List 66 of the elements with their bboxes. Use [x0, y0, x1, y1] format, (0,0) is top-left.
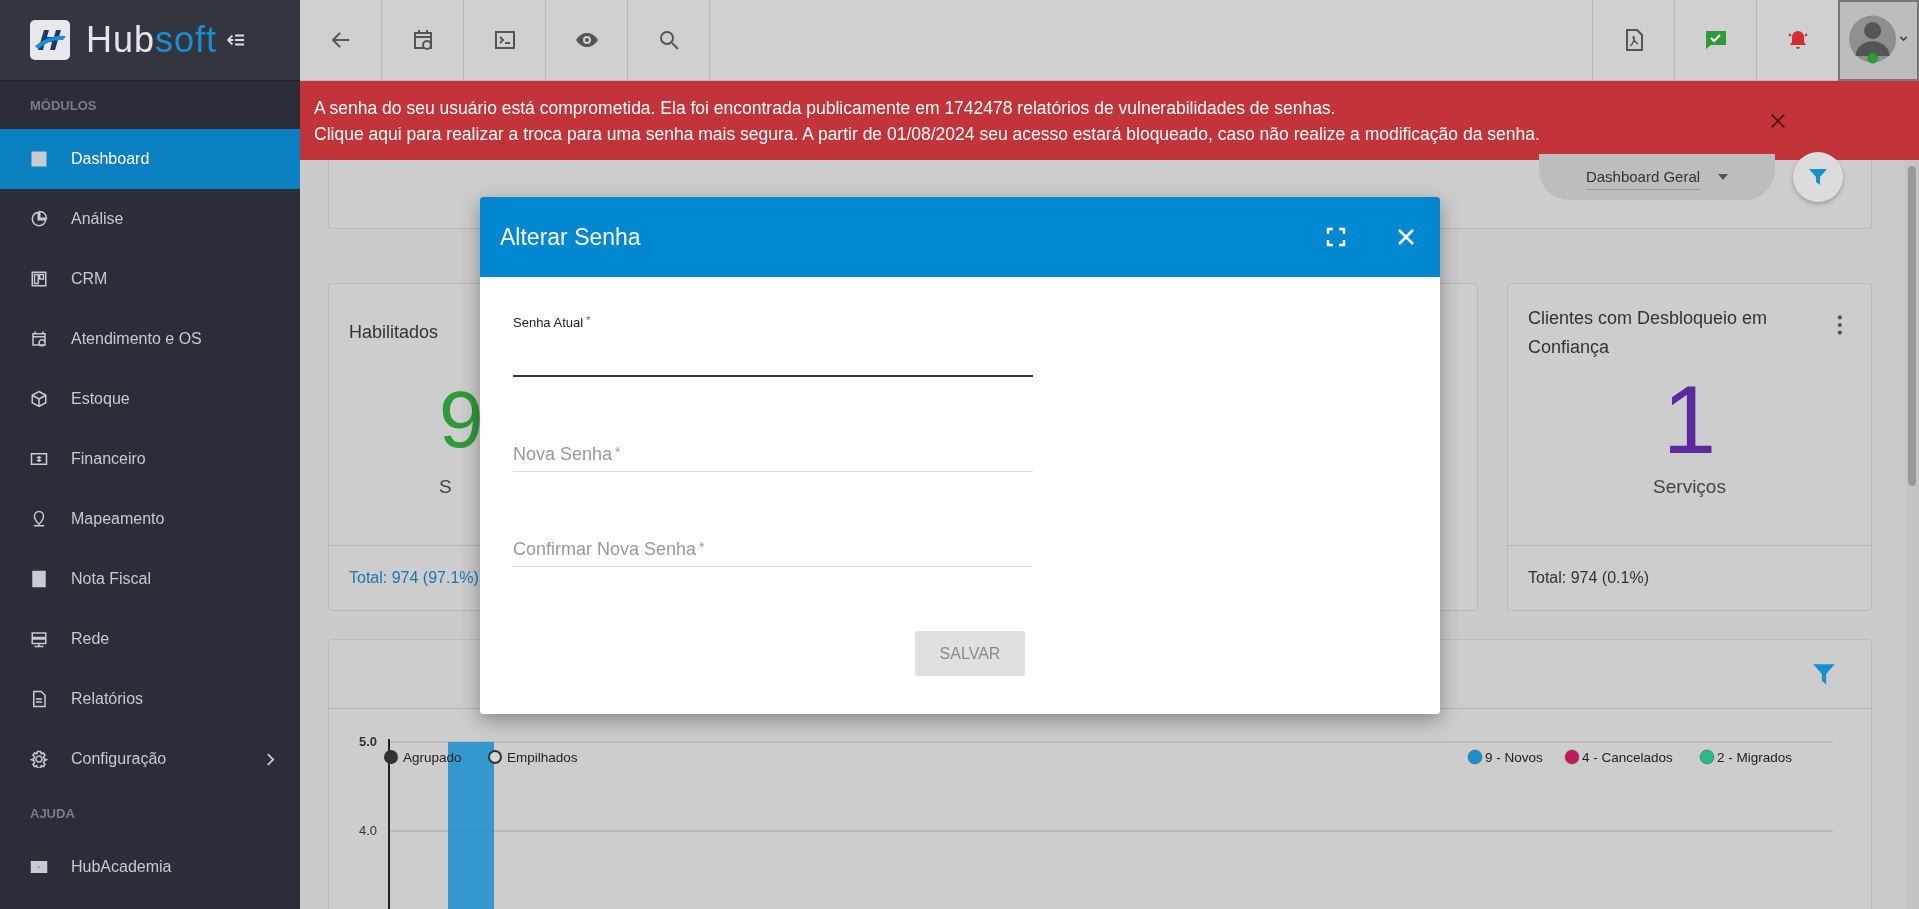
caret-icon: [1718, 174, 1729, 180]
sidebar-item[interactable]: CRM: [0, 249, 300, 309]
menu-item-icon: [30, 570, 48, 588]
dashboard-select[interactable]: Dashboard Geral: [1539, 154, 1775, 200]
sidebar-item[interactable]: Nota Fiscal: [0, 549, 300, 609]
close-icon[interactable]: [1769, 111, 1787, 130]
menu-item-icon: [30, 750, 48, 768]
terminal-icon: [492, 28, 517, 52]
legend-label: 4 - Cancelados: [1582, 750, 1674, 765]
legend-label: 2 - Migrados: [1717, 750, 1793, 765]
radio-icon[interactable]: [488, 750, 502, 764]
logo-icon: [30, 20, 70, 60]
section-heading: AJUDA: [29, 804, 76, 823]
user-avatar-button[interactable]: [1838, 0, 1919, 81]
filter-icon[interactable]: [1811, 661, 1837, 687]
sidebar-item[interactable]: Relatórios: [0, 669, 300, 729]
stat-value: 1: [1662, 370, 1717, 470]
chat-check-icon: [1703, 28, 1728, 52]
menu-item-icon: [30, 330, 48, 348]
logo-text: Hub: [86, 19, 156, 61]
legend-item[interactable]: 9 - Novos: [1467, 749, 1543, 765]
sidebar-item[interactable]: Configuração: [0, 729, 300, 789]
alert-banner[interactable]: [300, 81, 1919, 160]
sidebar-item[interactable]: Dashboard: [0, 129, 300, 189]
bell-icon: [1785, 28, 1810, 52]
alert-message: Clique aqui para realizar a troca para uma senha mais segura. A partir de 01/08/2024 seu acesso estará bloqueado, caso não realize a modificação da senha.: [314, 122, 1541, 146]
card-title: Habilitados: [349, 321, 439, 344]
menu-item-icon: [30, 450, 48, 468]
menu-item-icon: [30, 270, 48, 288]
dialog-title: Alterar Senha: [500, 223, 642, 251]
radio-icon[interactable]: [384, 750, 398, 764]
sidebar-item[interactable]: Atendimento e OS: [0, 309, 300, 369]
card-title: Clientes com Desbloqueio em Confiança: [1528, 307, 1769, 359]
sidebar-item[interactable]: Financeiro: [0, 429, 300, 489]
stat-value: 9: [439, 374, 484, 466]
y-axis-label: 4.0: [358, 823, 377, 838]
menu-item-icon: [30, 210, 48, 228]
collapse-menu-icon[interactable]: [227, 33, 246, 47]
close-icon[interactable]: [1396, 227, 1416, 247]
sidebar-item[interactable]: HubAcademia: [0, 837, 300, 897]
scrollbar[interactable]: [1905, 160, 1919, 909]
more-options-icon[interactable]: [1837, 314, 1843, 336]
menu-item-icon: [30, 390, 48, 408]
sidebar-item[interactable]: Rede: [0, 609, 300, 669]
legend-item[interactable]: 2 - Migrados: [1699, 749, 1793, 765]
password-field[interactable]: Senha Atual *: [513, 315, 1033, 377]
sidebar-item[interactable]: Mapeamento: [0, 489, 300, 549]
legend-item[interactable]: 4 - Cancelados: [1564, 749, 1673, 765]
menu-item-icon: [30, 150, 48, 168]
filter-button[interactable]: [1793, 152, 1843, 202]
stat-unit: S: [439, 476, 452, 498]
stat-unit: Serviços: [1653, 476, 1726, 498]
sidebar-item[interactable]: Análise: [0, 189, 300, 249]
menu-item-icon: [30, 690, 48, 708]
y-axis-label: 5.0: [358, 734, 377, 749]
legend-label: 9 - Novos: [1485, 750, 1544, 765]
chevron-right-icon: [266, 752, 275, 766]
menu-item-icon: [30, 630, 48, 648]
alert-message: A senha do seu usuário está comprometida. Ela foi encontrada publicamente em 1742478 relatórios de vulnerabilidades de senhas.: [314, 96, 1337, 120]
menu-item-icon: [30, 858, 48, 876]
card-footer-text: Total: 974 (0.1%): [1528, 569, 1649, 587]
section-heading: MÓDULOS: [29, 96, 98, 115]
fullscreen-icon[interactable]: [1326, 227, 1346, 247]
logo-text: soft: [155, 19, 218, 61]
radio-option[interactable]: Empilhados: [488, 750, 578, 765]
sidebar-item[interactable]: Estoque: [0, 369, 300, 429]
